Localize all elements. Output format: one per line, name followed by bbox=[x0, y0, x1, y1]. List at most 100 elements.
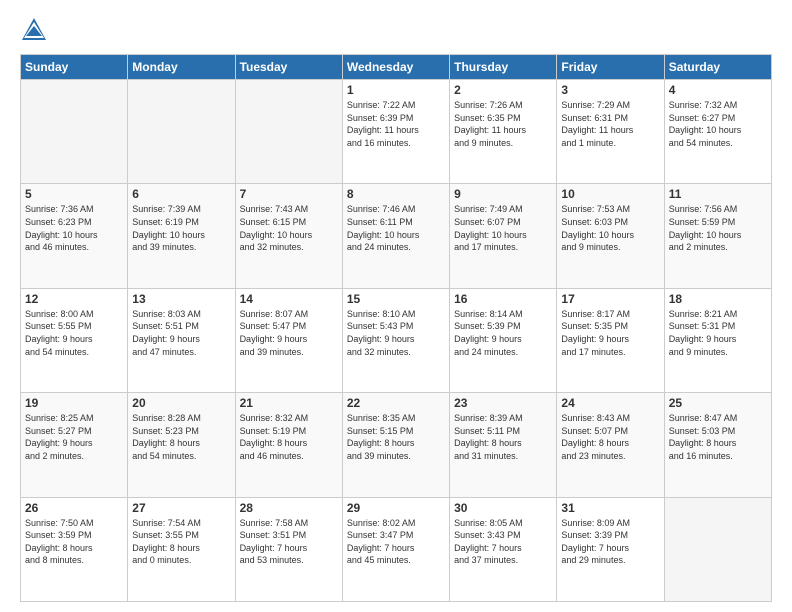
day-cell-28: 28Sunrise: 7:58 AM Sunset: 3:51 PM Dayli… bbox=[235, 497, 342, 601]
day-number: 12 bbox=[25, 292, 123, 306]
day-info: Sunrise: 7:58 AM Sunset: 3:51 PM Dayligh… bbox=[240, 517, 338, 567]
day-info: Sunrise: 7:39 AM Sunset: 6:19 PM Dayligh… bbox=[132, 203, 230, 253]
day-number: 4 bbox=[669, 83, 767, 97]
day-cell-7: 7 Sunrise: 7:43 AM Sunset: 6:15 PM Daylig… bbox=[235, 184, 342, 288]
day-number: 19 bbox=[25, 396, 123, 410]
day-cell-17: 17 Sunrise: 8:17 AM Sunset: 5:35 PM Dayli… bbox=[557, 288, 664, 392]
day-info: Sunrise: 7:56 AM Sunset: 5:59 PM Dayligh… bbox=[669, 203, 767, 253]
day-number: 13 bbox=[132, 292, 230, 306]
day-number: 23 bbox=[454, 396, 552, 410]
day-number: 27 bbox=[132, 501, 230, 515]
weekday-header-row: SundayMondayTuesdayWednesdayThursdayFrid… bbox=[21, 55, 772, 80]
day-number: 24 bbox=[561, 396, 659, 410]
day-cell-24: 24 Sunrise: 8:43 AM Sunset: 5:07 PM Dayli… bbox=[557, 393, 664, 497]
calendar-table: SundayMondayTuesdayWednesdayThursdayFrid… bbox=[20, 54, 772, 602]
day-info: Sunrise: 8:32 AM Sunset: 5:19 PM Dayligh… bbox=[240, 412, 338, 462]
day-info: Sunrise: 8:10 AM Sunset: 5:43 PM Dayligh… bbox=[347, 308, 445, 358]
day-info: Sunrise: 7:32 AM Sunset: 6:27 PM Dayligh… bbox=[669, 99, 767, 149]
day-number: 6 bbox=[132, 187, 230, 201]
day-info: Sunrise: 7:49 AM Sunset: 6:07 PM Dayligh… bbox=[454, 203, 552, 253]
day-info: Sunrise: 8:21 AM Sunset: 5:31 PM Dayligh… bbox=[669, 308, 767, 358]
day-info: Sunrise: 8:00 AM Sunset: 5:55 PM Dayligh… bbox=[25, 308, 123, 358]
day-cell-16: 16 Sunrise: 8:14 AM Sunset: 5:39 PM Dayli… bbox=[450, 288, 557, 392]
day-info: Sunrise: 7:54 AM Sunset: 3:55 PM Dayligh… bbox=[132, 517, 230, 567]
day-number: 21 bbox=[240, 396, 338, 410]
day-number: 17 bbox=[561, 292, 659, 306]
day-number: 1 bbox=[347, 83, 445, 97]
day-info: Sunrise: 7:26 AM Sunset: 6:35 PM Dayligh… bbox=[454, 99, 552, 149]
day-info: Sunrise: 8:28 AM Sunset: 5:23 PM Dayligh… bbox=[132, 412, 230, 462]
day-info: Sunrise: 8:25 AM Sunset: 5:27 PM Dayligh… bbox=[25, 412, 123, 462]
weekday-header-monday: Monday bbox=[128, 55, 235, 80]
weekday-header-friday: Friday bbox=[557, 55, 664, 80]
week-row-4: 19 Sunrise: 8:25 AM Sunset: 5:27 PM Dayli… bbox=[21, 393, 772, 497]
day-cell-4: 4 Sunrise: 7:32 AM Sunset: 6:27 PM Daylig… bbox=[664, 80, 771, 184]
day-cell-11: 11 Sunrise: 7:56 AM Sunset: 5:59 PM Dayli… bbox=[664, 184, 771, 288]
day-cell-18: 18 Sunrise: 8:21 AM Sunset: 5:31 PM Dayli… bbox=[664, 288, 771, 392]
day-info: Sunrise: 8:47 AM Sunset: 5:03 PM Dayligh… bbox=[669, 412, 767, 462]
day-cell-25: 25 Sunrise: 8:47 AM Sunset: 5:03 PM Dayli… bbox=[664, 393, 771, 497]
day-info: Sunrise: 8:03 AM Sunset: 5:51 PM Dayligh… bbox=[132, 308, 230, 358]
header bbox=[20, 16, 772, 44]
day-number: 16 bbox=[454, 292, 552, 306]
week-row-3: 12 Sunrise: 8:00 AM Sunset: 5:55 PM Dayli… bbox=[21, 288, 772, 392]
day-info: Sunrise: 7:53 AM Sunset: 6:03 PM Dayligh… bbox=[561, 203, 659, 253]
day-info: Sunrise: 8:39 AM Sunset: 5:11 PM Dayligh… bbox=[454, 412, 552, 462]
day-info: Sunrise: 8:05 AM Sunset: 3:43 PM Dayligh… bbox=[454, 517, 552, 567]
logo-icon bbox=[20, 16, 48, 44]
day-cell-3: 3 Sunrise: 7:29 AM Sunset: 6:31 PM Daylig… bbox=[557, 80, 664, 184]
day-number: 3 bbox=[561, 83, 659, 97]
day-number: 8 bbox=[347, 187, 445, 201]
day-number: 14 bbox=[240, 292, 338, 306]
day-info: Sunrise: 7:46 AM Sunset: 6:11 PM Dayligh… bbox=[347, 203, 445, 253]
day-info: Sunrise: 8:35 AM Sunset: 5:15 PM Dayligh… bbox=[347, 412, 445, 462]
day-info: Sunrise: 8:14 AM Sunset: 5:39 PM Dayligh… bbox=[454, 308, 552, 358]
day-number: 22 bbox=[347, 396, 445, 410]
day-cell-14: 14 Sunrise: 8:07 AM Sunset: 5:47 PM Dayli… bbox=[235, 288, 342, 392]
day-cell-9: 9 Sunrise: 7:49 AM Sunset: 6:07 PM Daylig… bbox=[450, 184, 557, 288]
day-cell-22: 22 Sunrise: 8:35 AM Sunset: 5:15 PM Dayli… bbox=[342, 393, 449, 497]
day-cell-12: 12 Sunrise: 8:00 AM Sunset: 5:55 PM Dayli… bbox=[21, 288, 128, 392]
day-info: Sunrise: 8:43 AM Sunset: 5:07 PM Dayligh… bbox=[561, 412, 659, 462]
day-cell-5: 5 Sunrise: 7:36 AM Sunset: 6:23 PM Daylig… bbox=[21, 184, 128, 288]
day-number: 31 bbox=[561, 501, 659, 515]
day-number: 10 bbox=[561, 187, 659, 201]
day-info: Sunrise: 7:36 AM Sunset: 6:23 PM Dayligh… bbox=[25, 203, 123, 253]
day-cell-20: 20 Sunrise: 8:28 AM Sunset: 5:23 PM Dayli… bbox=[128, 393, 235, 497]
day-info: Sunrise: 8:02 AM Sunset: 3:47 PM Dayligh… bbox=[347, 517, 445, 567]
day-cell-27: 27 Sunrise: 7:54 AM Sunset: 3:55 PM Dayli… bbox=[128, 497, 235, 601]
day-cell-1: 1Sunrise: 7:22 AM Sunset: 6:39 PM Daylig… bbox=[342, 80, 449, 184]
day-number: 20 bbox=[132, 396, 230, 410]
logo bbox=[20, 16, 52, 44]
day-number: 26 bbox=[25, 501, 123, 515]
day-cell-21: 21 Sunrise: 8:32 AM Sunset: 5:19 PM Dayli… bbox=[235, 393, 342, 497]
day-cell-26: 26 Sunrise: 7:50 AM Sunset: 3:59 PM Dayli… bbox=[21, 497, 128, 601]
day-cell-23: 23 Sunrise: 8:39 AM Sunset: 5:11 PM Dayli… bbox=[450, 393, 557, 497]
day-number: 5 bbox=[25, 187, 123, 201]
day-number: 25 bbox=[669, 396, 767, 410]
day-info: Sunrise: 8:09 AM Sunset: 3:39 PM Dayligh… bbox=[561, 517, 659, 567]
day-number: 29 bbox=[347, 501, 445, 515]
day-cell-13: 13 Sunrise: 8:03 AM Sunset: 5:51 PM Dayli… bbox=[128, 288, 235, 392]
empty-cell bbox=[664, 497, 771, 601]
day-info: Sunrise: 7:43 AM Sunset: 6:15 PM Dayligh… bbox=[240, 203, 338, 253]
day-info: Sunrise: 7:50 AM Sunset: 3:59 PM Dayligh… bbox=[25, 517, 123, 567]
day-number: 9 bbox=[454, 187, 552, 201]
empty-cell bbox=[21, 80, 128, 184]
day-info: Sunrise: 8:07 AM Sunset: 5:47 PM Dayligh… bbox=[240, 308, 338, 358]
weekday-header-wednesday: Wednesday bbox=[342, 55, 449, 80]
page: SundayMondayTuesdayWednesdayThursdayFrid… bbox=[0, 0, 792, 612]
week-row-1: 1Sunrise: 7:22 AM Sunset: 6:39 PM Daylig… bbox=[21, 80, 772, 184]
day-number: 11 bbox=[669, 187, 767, 201]
day-number: 7 bbox=[240, 187, 338, 201]
day-info: Sunrise: 7:29 AM Sunset: 6:31 PM Dayligh… bbox=[561, 99, 659, 149]
empty-cell bbox=[128, 80, 235, 184]
day-cell-31: 31 Sunrise: 8:09 AM Sunset: 3:39 PM Dayli… bbox=[557, 497, 664, 601]
day-number: 15 bbox=[347, 292, 445, 306]
empty-cell bbox=[235, 80, 342, 184]
day-number: 18 bbox=[669, 292, 767, 306]
day-number: 2 bbox=[454, 83, 552, 97]
weekday-header-saturday: Saturday bbox=[664, 55, 771, 80]
day-info: Sunrise: 8:17 AM Sunset: 5:35 PM Dayligh… bbox=[561, 308, 659, 358]
weekday-header-thursday: Thursday bbox=[450, 55, 557, 80]
